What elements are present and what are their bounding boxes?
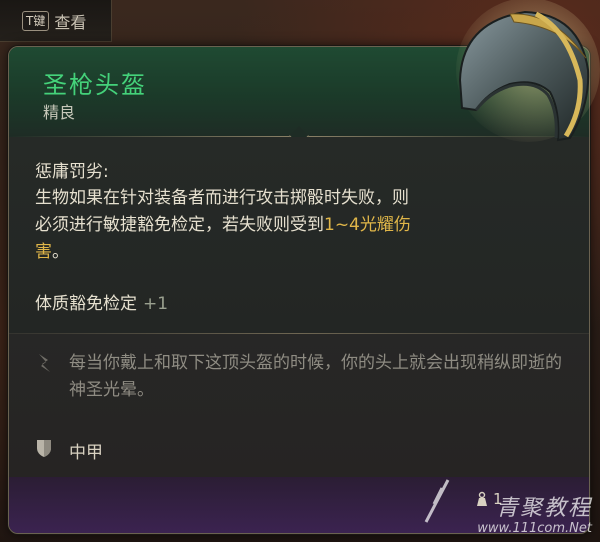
key-badge: T键 <box>22 10 50 31</box>
item-name: 圣枪头盔 <box>43 71 147 99</box>
passive-desc-end: 。 <box>52 242 69 262</box>
watermark-url: www.111com.Net <box>477 521 592 536</box>
bonus-label: 体质豁免检定 <box>35 294 137 314</box>
shield-icon <box>37 440 51 457</box>
watermark-title: 青聚教程 <box>495 496 592 521</box>
passive-title: 惩庸罚劣: <box>35 162 109 182</box>
helmet-icon <box>456 0 600 142</box>
quill-icon <box>39 354 50 372</box>
watermark-logo <box>424 479 450 523</box>
tooltip-body: 惩庸罚劣: 生物如果在针对装备者而进行攻击掷骰时失败，则必须进行敏捷豁免检定，若… <box>9 137 589 333</box>
armor-type: 中甲 <box>69 443 103 463</box>
item-rarity: 精良 <box>43 103 76 122</box>
inspect-key-hint[interactable]: T键 查看 <box>0 0 112 42</box>
lore-text: 每当你戴上和取下这顶头盔的时候，你的头上就会出现稍纵即逝的神圣光晕。 <box>69 353 562 400</box>
watermark: 青聚教程 www.111com.Net <box>477 496 592 537</box>
bonus-value: +1 <box>143 294 169 314</box>
lore-section: 每当你戴上和取下这顶头盔的时候，你的头上就会出现稍纵即逝的神圣光晕。 中甲 <box>9 334 589 477</box>
passive-description: 生物如果在针对装备者而进行攻击掷骰时失败，则必须进行敏捷豁免检定，若失败则受到1… <box>35 185 415 266</box>
save-bonus: 体质豁免检定 +1 <box>35 289 168 314</box>
inspect-label: 查看 <box>54 12 87 32</box>
